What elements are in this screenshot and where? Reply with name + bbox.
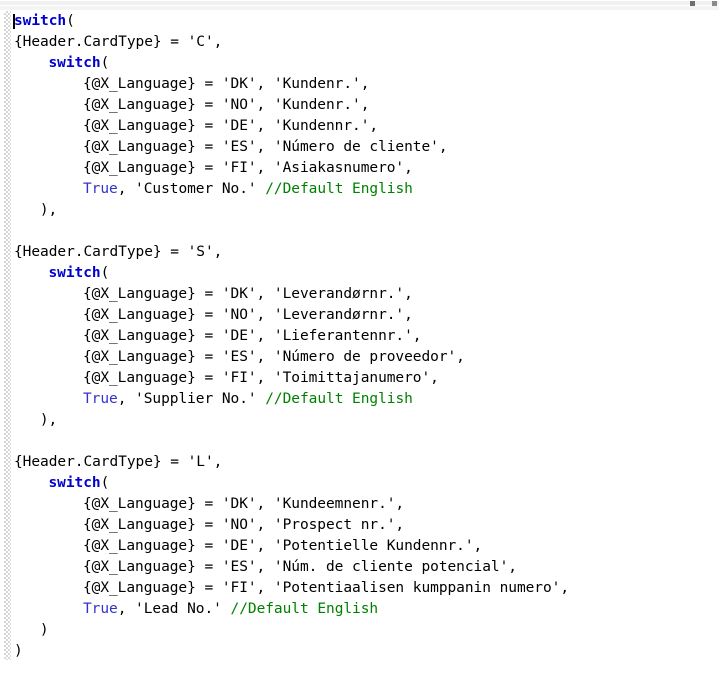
code-line[interactable]: True, 'Lead No.' //Default English xyxy=(0,599,719,620)
code-line[interactable]: ) xyxy=(0,641,719,662)
code-content[interactable]: switch({Header.CardType} = 'C', switch({@… xyxy=(0,11,719,662)
code-token-fld: {@X_Language} = 'FI', 'Asiakasnumero', xyxy=(82,160,413,176)
code-token-kw: switch xyxy=(14,13,67,29)
code-token-fld: {@X_Language} = 'DK', 'Kundeemnenr.', xyxy=(82,496,405,512)
code-line[interactable]: {@X_Language} = 'ES', 'Núm. de cliente p… xyxy=(0,557,719,578)
code-token-fld: {Header.CardType} = 'C', xyxy=(14,34,223,50)
code-line[interactable]: switch( xyxy=(0,473,719,494)
code-token-fld: {@X_Language} = 'NO', 'Leverandørnr.', xyxy=(82,307,413,323)
code-token-fld: {Header.CardType} = 'L', xyxy=(14,454,223,470)
code-line[interactable]: {@X_Language} = 'DK', 'Kundeemnenr.', xyxy=(0,494,719,515)
code-line[interactable]: ), xyxy=(0,410,719,431)
code-line[interactable]: {@X_Language} = 'FI', 'Potentiaalisen ku… xyxy=(0,578,719,599)
code-token-punc: ) xyxy=(39,622,49,638)
code-line[interactable]: {@X_Language} = 'DE', 'Kundennr.', xyxy=(0,116,719,137)
code-token-fld: {@X_Language} = 'ES', 'Número de cliente… xyxy=(82,139,448,155)
code-token-punc: ( xyxy=(100,55,110,71)
code-token-kw: switch xyxy=(48,265,101,281)
code-token-bool: True xyxy=(82,391,118,407)
code-token-fld: {Header.CardType} = 'S', xyxy=(14,244,223,260)
code-line[interactable]: {@X_Language} = 'NO', 'Kundenr.', xyxy=(0,95,719,116)
code-line[interactable] xyxy=(0,221,719,242)
code-token-punc: ( xyxy=(100,265,110,281)
code-line[interactable] xyxy=(0,431,719,452)
code-token-fld: {@X_Language} = 'DK', 'Kundenr.', xyxy=(82,76,370,92)
code-line[interactable]: switch( xyxy=(0,263,719,284)
code-token-str: , 'Supplier No.' xyxy=(117,391,266,407)
code-token-fld: {@X_Language} = 'FI', 'Toimittajanumero'… xyxy=(82,370,439,386)
code-token-cmt: //Default English xyxy=(230,601,379,617)
window-control-fragment[interactable] xyxy=(712,1,717,6)
code-line[interactable]: {@X_Language} = 'FI', 'Toimittajanumero'… xyxy=(0,368,719,389)
code-token-punc: ( xyxy=(100,475,110,491)
code-line[interactable]: {@X_Language} = 'DK', 'Kundenr.', xyxy=(0,74,719,95)
code-line[interactable]: {@X_Language} = 'DE', 'Potentielle Kunde… xyxy=(0,536,719,557)
code-token-cmt: //Default English xyxy=(265,391,413,407)
code-line[interactable]: True, 'Supplier No.' //Default English xyxy=(0,389,719,410)
code-token-kw: switch xyxy=(48,475,101,491)
code-token-fld: {@X_Language} = 'ES', 'Núm. de cliente p… xyxy=(82,559,517,575)
code-line[interactable]: {@X_Language} = 'DE', 'Lieferantennr.', xyxy=(0,326,719,347)
code-editor-surface[interactable]: switch({Header.CardType} = 'C', switch({@… xyxy=(0,11,719,676)
code-token-fld: {@X_Language} = 'ES', 'Número de proveed… xyxy=(82,349,465,365)
code-line[interactable]: {@X_Language} = 'ES', 'Número de proveed… xyxy=(0,347,719,368)
code-line[interactable]: {@X_Language} = 'NO', 'Leverandørnr.', xyxy=(0,305,719,326)
code-token-bool: True xyxy=(82,181,118,197)
code-token-bool: True xyxy=(82,601,118,617)
code-token-fld: {@X_Language} = 'NO', 'Prospect nr.', xyxy=(82,517,405,533)
code-line[interactable]: {Header.CardType} = 'C', xyxy=(0,32,719,53)
code-token-cmt: //Default English xyxy=(265,181,413,197)
code-line[interactable]: ), xyxy=(0,200,719,221)
code-token-fld: {@X_Language} = 'NO', 'Kundenr.', xyxy=(82,97,370,113)
scrollbar-thumb-fragment[interactable] xyxy=(690,1,695,6)
code-line[interactable]: switch( xyxy=(0,11,719,32)
code-line[interactable]: switch( xyxy=(0,53,719,74)
code-token-fld: {@X_Language} = 'DK', 'Leverandørnr.', xyxy=(82,286,413,302)
code-line[interactable]: ) xyxy=(0,620,719,641)
code-token-punc: ), xyxy=(39,202,58,218)
code-line[interactable]: {Header.CardType} = 'L', xyxy=(0,452,719,473)
code-line[interactable]: {@X_Language} = 'ES', 'Número de cliente… xyxy=(0,137,719,158)
code-token-fld: {@X_Language} = 'DE', 'Lieferantennr.', xyxy=(82,328,422,344)
code-token-fld: {@X_Language} = 'FI', 'Potentiaalisen ku… xyxy=(82,580,570,596)
code-line[interactable]: {@X_Language} = 'FI', 'Asiakasnumero', xyxy=(0,158,719,179)
code-token-str: , 'Customer No.' xyxy=(117,181,266,197)
code-token-fld: {@X_Language} = 'DE', 'Potentielle Kunde… xyxy=(82,538,483,554)
code-line[interactable]: {@X_Language} = 'NO', 'Prospect nr.', xyxy=(0,515,719,536)
code-line[interactable]: True, 'Customer No.' //Default English xyxy=(0,179,719,200)
code-token-kw: switch xyxy=(48,55,101,71)
code-token-str: , 'Lead No.' xyxy=(117,601,231,617)
window-chrome-strip xyxy=(0,0,719,11)
toolbar-rail-upper xyxy=(0,1,719,5)
code-token-fld: {@X_Language} = 'DE', 'Kundennr.', xyxy=(82,118,379,134)
code-token-punc: ) xyxy=(14,643,23,659)
code-line[interactable]: {@X_Language} = 'DK', 'Leverandørnr.', xyxy=(0,284,719,305)
code-token-punc: ), xyxy=(39,412,58,428)
code-line[interactable]: {Header.CardType} = 'S', xyxy=(0,242,719,263)
code-token-punc: ( xyxy=(66,13,75,29)
toolbar-rail-lower xyxy=(0,6,719,10)
